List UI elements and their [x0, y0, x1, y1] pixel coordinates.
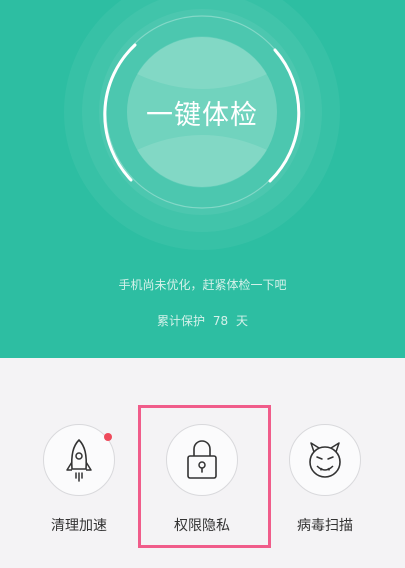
protection-days: 累计保护 78 天	[0, 312, 405, 329]
tool-icon-ring	[289, 424, 361, 496]
optimization-hint: 手机尚未优化，赶紧体检一下吧	[118, 278, 287, 292]
cleanup-badge-dot	[104, 433, 112, 441]
tool-permission-privacy[interactable]: 权限隐私	[148, 421, 258, 541]
protection-unit: 天	[235, 314, 248, 328]
protection-days-value: 78	[212, 314, 229, 328]
checkup-header: 一键体检 手机尚未优化，赶紧体检一下吧 累计保护 78 天	[0, 0, 405, 358]
tool-label: 病毒扫描	[297, 518, 353, 534]
tool-cleanup-speedup[interactable]: 清理加速	[25, 421, 135, 541]
devil-face-icon	[309, 442, 341, 478]
tool-label: 权限隐私	[174, 518, 230, 534]
checkup-button-label: 一键体检	[146, 100, 258, 131]
protection-prefix: 累计保护	[157, 314, 206, 328]
tool-virus-scan[interactable]: 病毒扫描	[271, 421, 381, 541]
tool-icon-ring	[166, 424, 238, 496]
tool-label: 清理加速	[51, 518, 107, 534]
one-click-checkup-button[interactable]: 一键体检	[127, 37, 277, 187]
tool-grid: 清理加速 权限隐私 病毒扫描	[0, 358, 405, 568]
lock-icon	[187, 440, 217, 479]
